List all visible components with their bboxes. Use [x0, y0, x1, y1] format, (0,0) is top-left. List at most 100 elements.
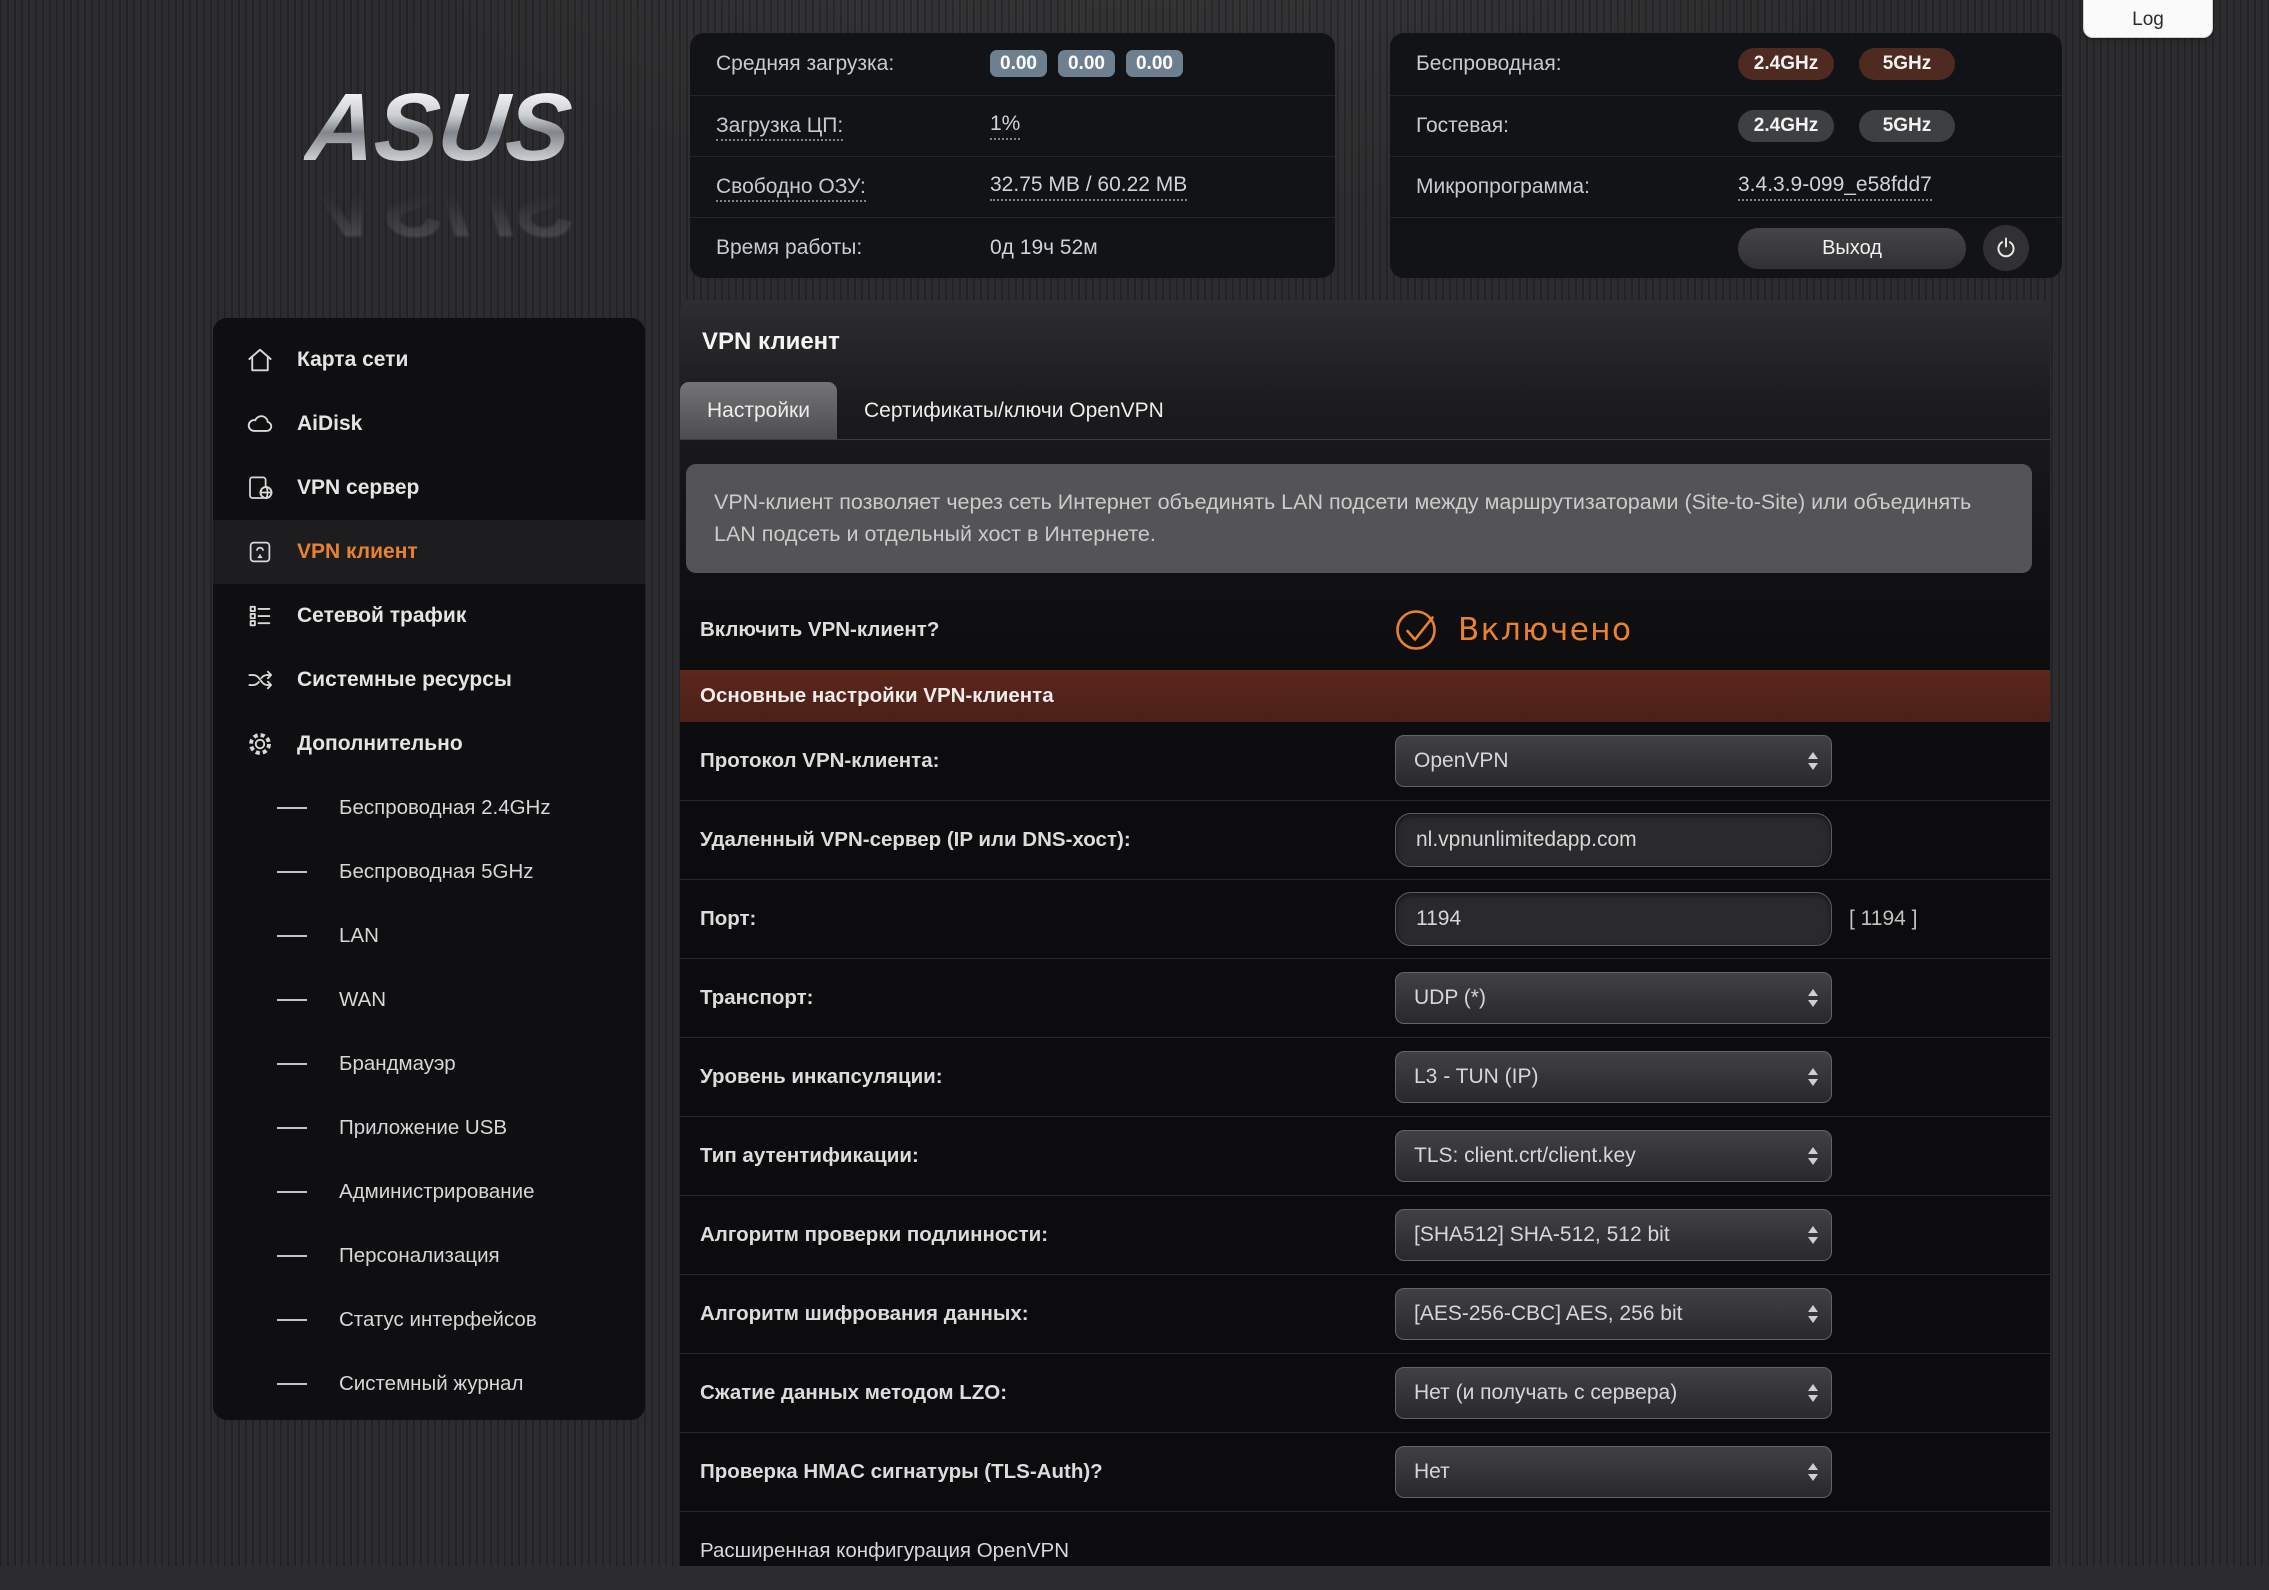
select-spinner-icon — [1808, 1384, 1818, 1402]
tab-settings[interactable]: Настройки — [680, 382, 837, 439]
sidebar-subitem-wan[interactable]: WAN — [213, 968, 645, 1032]
dash-bullet — [277, 935, 307, 937]
free-ram-label[interactable]: Свободно ОЗУ: — [716, 175, 866, 202]
sidebar-subitem-interface-status[interactable]: Статус интерфейсов — [213, 1288, 645, 1352]
auth-algorithm-select-value: [SHA512] SHA-512, 512 bit — [1414, 1223, 1670, 1247]
sidebar-subitem-usb-app[interactable]: Приложение USB — [213, 1096, 645, 1160]
tab-certificates[interactable]: Сертификаты/ключи OpenVPN — [837, 382, 1191, 439]
sidebar-item-system-resources[interactable]: Системные ресурсы — [213, 648, 645, 712]
wireless-band-pill[interactable]: 5GHz — [1859, 48, 1955, 80]
shuffle-icon — [243, 663, 277, 697]
encapsulation-select-value: L3 - TUN (IP) — [1414, 1065, 1538, 1089]
sidebar-subitem-label: Брандмауэр — [339, 1052, 456, 1076]
sidebar-subitem-system-log[interactable]: Системный журнал — [213, 1352, 645, 1416]
sidebar-item-label: Сетевой трафик — [297, 604, 466, 628]
guest-label: Гостевая: — [1416, 114, 1738, 138]
sidebar-subitem-wireless-24[interactable]: Беспроводная 2.4GHz — [213, 776, 645, 840]
hmac-select[interactable]: Нет — [1395, 1446, 1832, 1498]
sidebar-subitem-label: Беспроводная 5GHz — [339, 860, 534, 884]
dash-bullet — [277, 1191, 307, 1193]
cpu-load-label[interactable]: Загрузка ЦП: — [716, 114, 843, 141]
sidebar-subitem-administration[interactable]: Администрирование — [213, 1160, 645, 1224]
guest-band-pill[interactable]: 2.4GHz — [1738, 110, 1834, 142]
select-spinner-icon — [1808, 1305, 1818, 1323]
sidebar-subitem-label: Администрирование — [339, 1180, 534, 1204]
vpn-server-icon — [243, 471, 277, 505]
hmac-label: Проверка HMAC сигнатуры (TLS-Auth)? — [700, 1460, 1395, 1484]
traffic-icon — [243, 599, 277, 633]
select-spinner-icon — [1808, 1463, 1818, 1481]
enable-vpn-row: Включить VPN-клиент? Включено — [680, 591, 2050, 670]
lzo-select[interactable]: Нет (и получать с сервера) — [1395, 1367, 1832, 1419]
cipher-select[interactable]: [AES-256-CBC] AES, 256 bit — [1395, 1288, 1832, 1340]
advanced-config-label: Расширенная конфигурация OpenVPN — [700, 1539, 1395, 1563]
free-ram-value[interactable]: 32.75 MB / 60.22 MB — [990, 173, 1187, 201]
load-badges: 0.000.000.00 — [990, 53, 1194, 75]
sidebar-subitem-wireless-5[interactable]: Беспроводная 5GHz — [213, 840, 645, 904]
port-input[interactable] — [1395, 892, 1832, 946]
sidebar-item-vpn-server[interactable]: VPN сервер — [213, 456, 645, 520]
sidebar-subitem-label: Приложение USB — [339, 1116, 507, 1140]
dash-bullet — [277, 1255, 307, 1257]
transport-select[interactable]: UDP (*) — [1395, 972, 1832, 1024]
sidebar-item-network-map[interactable]: Карта сети — [213, 328, 645, 392]
status-row-cpu-load: Загрузка ЦП: 1% — [690, 95, 1335, 156]
system-status-panel: Средняя загрузка:0.000.000.00 Загрузка ЦП… — [690, 33, 1335, 278]
select-spinner-icon — [1808, 1068, 1818, 1086]
vpn-enabled-status: Включено — [1458, 612, 1633, 648]
auth-type-select-value: TLS: client.crt/client.key — [1414, 1144, 1636, 1168]
load-average-label: Средняя загрузка: — [716, 52, 990, 76]
status-row-free-ram: Свободно ОЗУ: 32.75 MB / 60.22 MB — [690, 156, 1335, 217]
dash-bullet — [277, 1127, 307, 1129]
sidebar-item-vpn-client[interactable]: VPN клиент — [213, 520, 645, 584]
load-badge: 0.00 — [1058, 50, 1115, 77]
lzo-select-value: Нет (и получать с сервера) — [1414, 1381, 1677, 1405]
dash-bullet — [277, 1383, 307, 1385]
remote-server-input[interactable] — [1395, 813, 1832, 867]
wireless-row-firmware: Микропрограмма:3.4.3.9-099_e58fdd7 — [1390, 156, 2062, 217]
firmware-value[interactable]: 3.4.3.9-099_e58fdd7 — [1738, 173, 1932, 201]
sidebar-item-aidisk[interactable]: AiDisk — [213, 392, 645, 456]
wireless-row-logout: Выход — [1390, 217, 2062, 278]
auth-algorithm-select[interactable]: [SHA512] SHA-512, 512 bit — [1395, 1209, 1832, 1261]
cpu-load-value[interactable]: 1% — [990, 112, 1020, 140]
sidebar-subitem-personalization[interactable]: Персонализация — [213, 1224, 645, 1288]
sidebar: Карта сети AiDisk VPN серверVPN клиент Сете… — [213, 318, 645, 1420]
sidebar-subitem-lan[interactable]: LAN — [213, 904, 645, 968]
protocol-select[interactable]: OpenVPN — [1395, 735, 1832, 787]
cipher-label: Алгоритм шифрования данных: — [700, 1302, 1395, 1326]
dash-bullet — [277, 999, 307, 1001]
encapsulation-select[interactable]: L3 - TUN (IP) — [1395, 1051, 1832, 1103]
sidebar-item-network-traffic[interactable]: Сетевой трафик — [213, 584, 645, 648]
sidebar-subitem-label: LAN — [339, 924, 379, 948]
form-row-hmac: Проверка HMAC сигнатуры (TLS-Auth)?Нет — [680, 1432, 2050, 1511]
dash-bullet — [277, 1063, 307, 1065]
logout-button[interactable]: Выход — [1738, 228, 1966, 269]
transport-select-value: UDP (*) — [1414, 986, 1486, 1010]
vpn-enabled-toggle[interactable]: Включено — [1395, 608, 1633, 652]
sidebar-item-advanced[interactable]: Дополнительно — [213, 712, 645, 776]
port-hint: [ 1194 ] — [1849, 907, 1918, 931]
power-button[interactable] — [1983, 225, 2029, 271]
check-circle-icon — [1395, 608, 1445, 652]
home-icon — [243, 343, 277, 377]
tab-bar: НастройкиСертификаты/ключи OpenVPN — [680, 382, 2050, 440]
wireless-band-pill[interactable]: 2.4GHz — [1738, 48, 1834, 80]
encapsulation-label: Уровень инкапсуляции: — [700, 1065, 1395, 1089]
sidebar-subitem-firewall[interactable]: Брандмауэр — [213, 1032, 645, 1096]
guest-band-pill[interactable]: 5GHz — [1859, 110, 1955, 142]
wireless-row-wireless: Беспроводная:2.4GHz5GHz — [1390, 33, 2062, 95]
uptime-value: 0д 19ч 52м — [990, 236, 1098, 260]
log-button[interactable]: Log — [2083, 0, 2213, 38]
lzo-label: Сжатие данных методом LZO: — [700, 1381, 1395, 1405]
uptime-label: Время работы: — [716, 236, 990, 260]
asus-logo-reflection: ASUS — [253, 158, 622, 246]
form-row-auth-algorithm: Алгоритм проверки подлинности:[SHA512] S… — [680, 1195, 2050, 1274]
select-spinner-icon — [1808, 1147, 1818, 1165]
auth-type-select[interactable]: TLS: client.crt/client.key — [1395, 1130, 1832, 1182]
wireless-row-guest: Гостевая:2.4GHz 5GHz — [1390, 95, 2062, 156]
sidebar-item-label: AiDisk — [297, 412, 362, 436]
vpn-settings-form: Протокол VPN-клиента:OpenVPNУдаленный VP… — [680, 722, 2050, 1590]
enable-vpn-label: Включить VPN-клиент? — [700, 618, 1395, 642]
form-row-cipher: Алгоритм шифрования данных:[AES-256-CBC]… — [680, 1274, 2050, 1353]
